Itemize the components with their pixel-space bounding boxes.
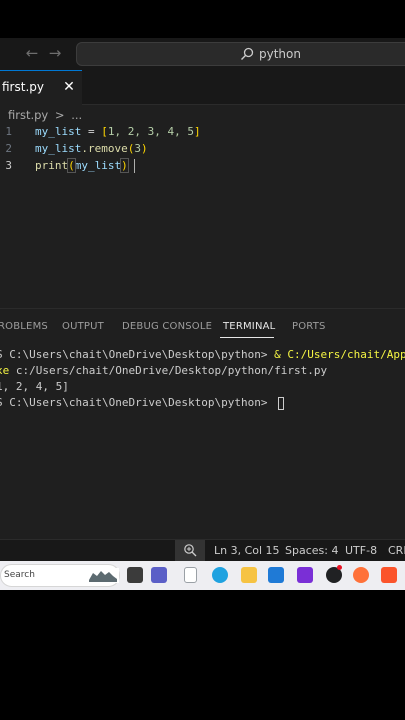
terminal-prompt: S C:\Users\chait\OneDrive\Desktop\python…: [0, 396, 275, 409]
breadcrumb-more[interactable]: ...: [71, 108, 82, 122]
zoom-in-icon: [184, 544, 197, 557]
status-bar: Ln 3, Col 15 Spaces: 4 UTF-8 CRL: [0, 539, 405, 561]
brave-icon[interactable]: [381, 567, 397, 583]
tab-ports[interactable]: PORTS: [292, 320, 326, 334]
terminal-line: S C:\Users\chait\OneDrive\Desktop\python…: [0, 347, 405, 363]
line-ending[interactable]: CRL: [388, 543, 405, 558]
code-token: (: [67, 158, 76, 173]
cursor-position[interactable]: Ln 3, Col 15: [214, 543, 280, 558]
teams-icon[interactable]: [151, 567, 167, 583]
tab-label: first.py: [2, 80, 44, 94]
task-view-icon[interactable]: [127, 567, 143, 583]
taskbar: Search: [0, 561, 405, 590]
terminal-prompt: S C:\Users\chait\OneDrive\Desktop\python…: [0, 348, 275, 361]
firefox-icon[interactable]: [353, 567, 369, 583]
code-token: print: [35, 159, 69, 172]
file-explorer-icon[interactable]: [241, 567, 257, 583]
editor-tab-bar: first.py ✕: [0, 70, 405, 105]
command-center-label: python: [259, 47, 301, 61]
terminal-line: S C:\Users\chait\OneDrive\Desktop\python…: [0, 395, 274, 411]
code-token: =: [81, 125, 102, 138]
taskbar-search-label: Search: [4, 570, 35, 580]
tab-terminal[interactable]: TERMINAL: [223, 320, 275, 334]
tab-first-py[interactable]: first.py ✕: [0, 70, 82, 105]
code-token: my_list: [35, 125, 82, 138]
terminal-text: c:/Users/chait/OneDrive/Desktop/python/f…: [9, 364, 328, 377]
code-token: ]: [193, 125, 201, 138]
line-number: 3: [5, 159, 12, 172]
tab-debug-console[interactable]: DEBUG CONSOLE: [122, 320, 212, 334]
encoding[interactable]: UTF-8: [345, 543, 377, 558]
vscode-window: ← → python first.py ✕ first.py > ... 1 2…: [0, 38, 405, 590]
arrow-right-icon[interactable]: →: [47, 45, 63, 61]
line-number: 2: [5, 142, 12, 155]
close-icon[interactable]: ✕: [62, 80, 76, 94]
code-token: ): [140, 142, 148, 155]
terminal-line: xe c:/Users/chait/OneDrive/Desktop/pytho…: [0, 363, 327, 379]
title-bar: ← → python: [0, 38, 405, 70]
command-center[interactable]: python: [76, 42, 405, 66]
code-token: 3: [134, 142, 141, 155]
code-token: my_list: [35, 142, 82, 155]
taskbar-search[interactable]: Search: [0, 564, 120, 587]
code-token: 1, 2, 3, 4, 5: [107, 125, 194, 138]
widget-icon: [87, 568, 119, 583]
code-token: [: [101, 125, 108, 138]
breadcrumb-file[interactable]: first.py: [8, 108, 48, 122]
terminal-command: & C:/Users/chait/App: [274, 348, 405, 361]
line-number: 1: [5, 125, 12, 138]
file-icon[interactable]: [184, 567, 197, 583]
code-line[interactable]: my_list.remove(3): [35, 140, 148, 157]
code-line[interactable]: print(my_list): [35, 157, 129, 174]
video-editor-icon[interactable]: [297, 567, 313, 583]
edge-icon[interactable]: [212, 567, 228, 583]
panel-divider[interactable]: [0, 308, 405, 309]
breadcrumb: first.py > ...: [8, 107, 82, 123]
code-token: ): [120, 158, 129, 173]
zoom-button[interactable]: [175, 540, 205, 561]
terminal-command: xe: [0, 364, 10, 377]
active-tab-indicator: [220, 337, 274, 338]
code-line[interactable]: my_list = [1, 2, 3, 4, 5]: [35, 123, 201, 140]
text-cursor: [134, 159, 135, 173]
tab-output[interactable]: OUTPUT: [62, 320, 104, 334]
notification-badge: [337, 565, 342, 570]
terminal-line: 1, 2, 4, 5]: [0, 379, 69, 395]
code-token: .remove: [81, 142, 128, 155]
arrow-left-icon[interactable]: ←: [24, 45, 40, 61]
search-icon: [241, 47, 254, 60]
store-icon[interactable]: [268, 567, 284, 583]
indentation[interactable]: Spaces: 4: [285, 543, 338, 558]
tab-problems[interactable]: ROBLEMS: [0, 320, 48, 334]
terminal-cursor: [278, 397, 284, 410]
terminal-output: 1, 2, 4, 5]: [0, 380, 69, 393]
breadcrumb-separator: >: [54, 108, 65, 122]
code-token: my_list: [74, 159, 122, 172]
